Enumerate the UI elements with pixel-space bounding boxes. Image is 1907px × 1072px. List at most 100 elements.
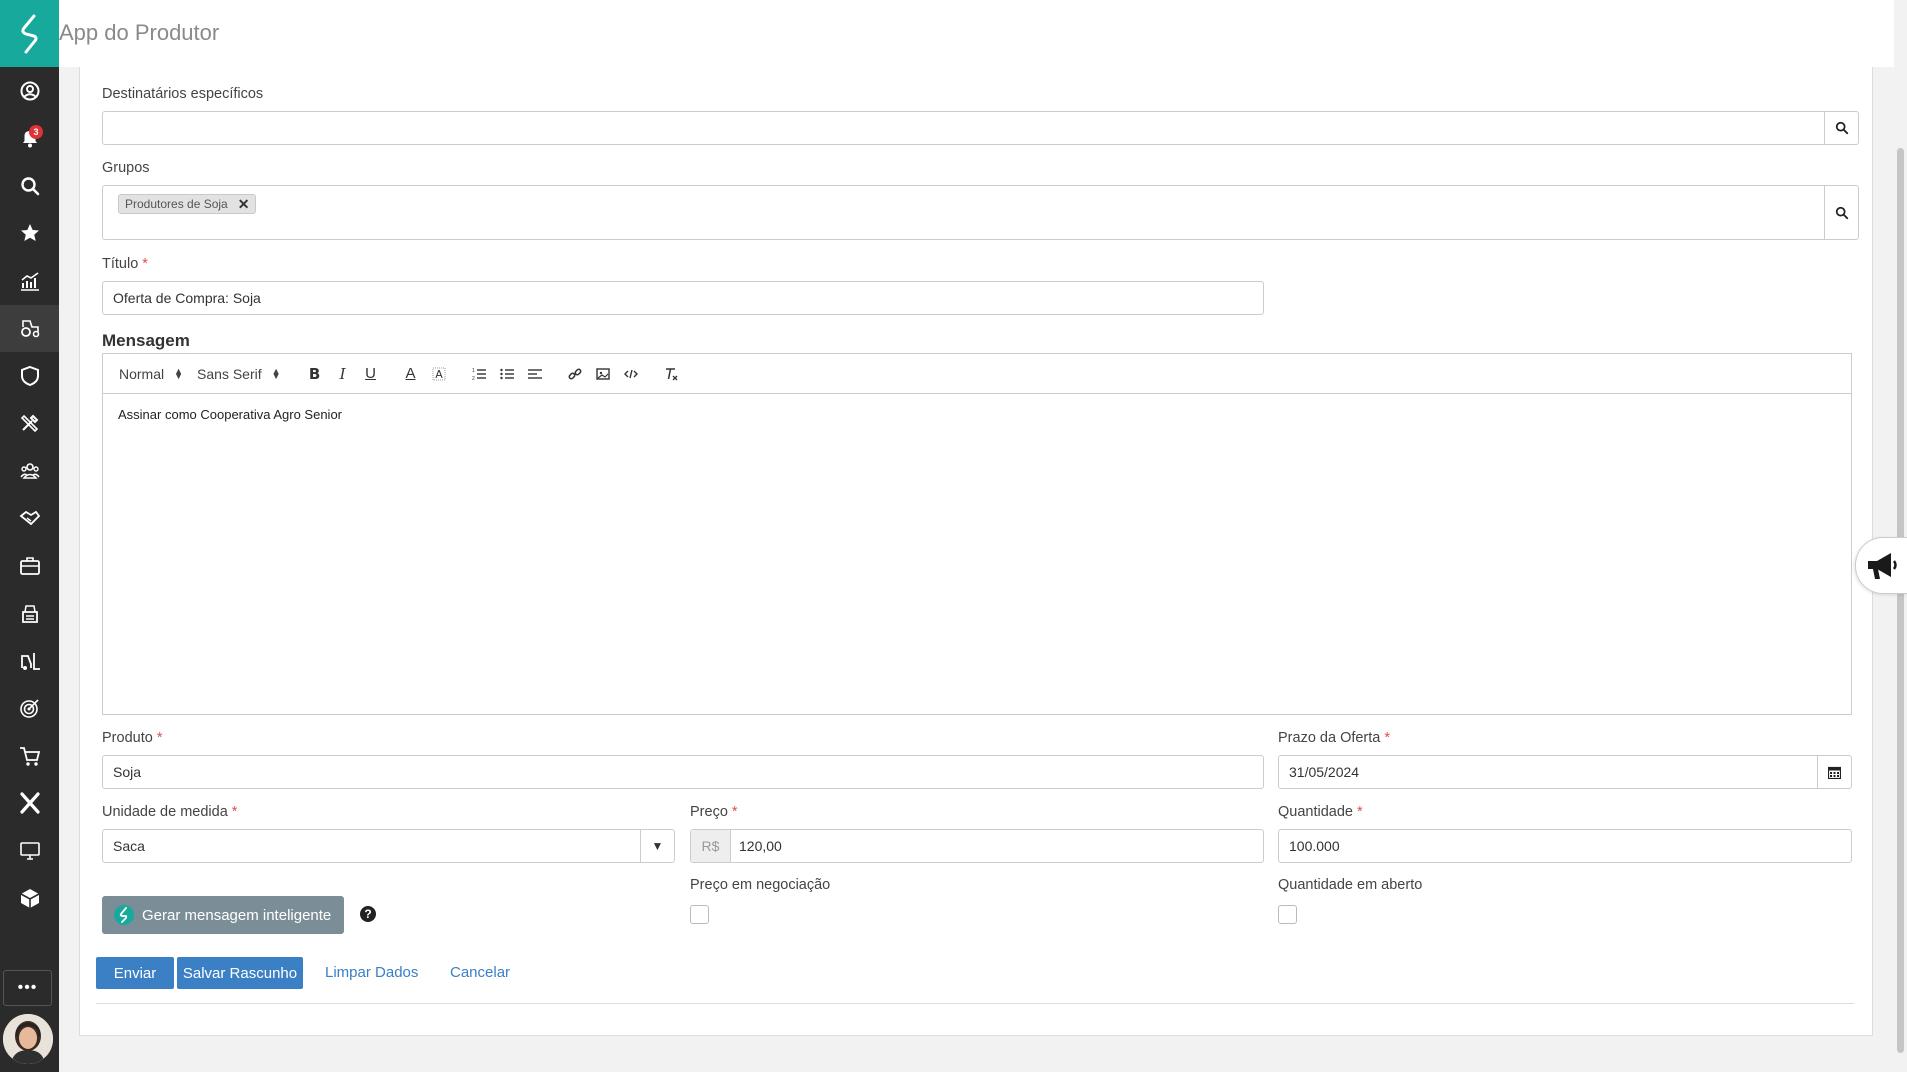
product-label-text: Produto: [102, 730, 153, 746]
page-title: App do Produtor: [59, 20, 220, 45]
underline-icon[interactable]: U: [357, 362, 385, 386]
caret-down-icon[interactable]: ▼: [640, 830, 674, 862]
editor-toolbar: Normal ▲ ▼ Sans Serif ▲ ▼ B I U A A 12: [103, 354, 1851, 394]
product-input[interactable]: Soja: [102, 755, 1264, 789]
required-mark: *: [1384, 730, 1391, 746]
shield-icon: [20, 365, 39, 386]
image-icon[interactable]: [589, 362, 617, 386]
search-icon: [1835, 206, 1848, 219]
sidebar-item-bell[interactable]: 3: [0, 115, 59, 163]
editor-content[interactable]: Assinar como Cooperativa Agro Senior: [103, 394, 1851, 435]
deadline-label: Prazo da Oferta *: [1278, 730, 1390, 746]
group-tag-label: Produtores de Soja: [125, 197, 228, 211]
price-value: 120,00: [739, 838, 782, 854]
help-icon[interactable]: ?: [360, 906, 376, 922]
avatar[interactable]: [3, 1014, 53, 1064]
cancel-link[interactable]: Cancelar: [450, 964, 510, 981]
groups-search-button[interactable]: [1825, 185, 1859, 240]
size-select[interactable]: Normal ▲ ▼: [119, 366, 183, 382]
forklift-icon: [20, 652, 40, 670]
senior-logo-icon: [114, 905, 134, 925]
sidebar-item-monitor[interactable]: [0, 827, 59, 875]
open-quantity-checkbox[interactable]: [1278, 905, 1297, 924]
groups-input[interactable]: Produtores de Soja ✕: [102, 185, 1825, 240]
title-label-text: Título: [102, 256, 139, 272]
avatar-icon: [3, 1014, 53, 1064]
clear-data-link[interactable]: Limpar Dados: [325, 964, 418, 981]
deadline-input[interactable]: 31/05/2024: [1278, 755, 1852, 789]
recipients-search-button[interactable]: [1825, 111, 1859, 145]
send-button[interactable]: Enviar: [96, 957, 174, 989]
sidebar-item-chart-growth[interactable]: [0, 257, 59, 305]
quantity-label: Quantidade *: [1278, 804, 1363, 820]
handshake-icon: [19, 511, 40, 526]
ordered-list-icon[interactable]: 12: [465, 362, 493, 386]
unit-select[interactable]: Saca ▼: [102, 829, 675, 863]
chart-growth-icon: [20, 272, 39, 291]
svg-text:1: 1: [472, 368, 475, 374]
sidebar-item-star[interactable]: [0, 210, 59, 258]
unit-select-value: Saca: [113, 838, 145, 854]
scrollbar-thumb[interactable]: [1897, 148, 1904, 1053]
quantity-input[interactable]: 100.000: [1278, 829, 1852, 863]
title-label: Título *: [102, 256, 148, 272]
price-label-text: Preço: [690, 804, 728, 820]
bold-icon[interactable]: B: [301, 362, 329, 386]
sidebar-item-user-circle[interactable]: [0, 67, 59, 115]
title-input[interactable]: Oferta de Compra: Soja: [102, 281, 1264, 315]
price-input[interactable]: R$ 120,00: [690, 829, 1264, 863]
sidebar-item-target[interactable]: [0, 685, 59, 733]
sidebar-item-briefcase[interactable]: [0, 542, 59, 590]
logo[interactable]: [0, 0, 59, 67]
sidebar-item-search[interactable]: [0, 162, 59, 210]
open-quantity-label: Quantidade em aberto: [1278, 877, 1423, 893]
tractor-icon: [20, 320, 39, 338]
sidebar-item-cube[interactable]: [0, 875, 59, 923]
required-mark: *: [731, 804, 738, 820]
page-scrollbar[interactable]: [1894, 0, 1907, 1072]
briefcase-icon: [19, 556, 40, 575]
required-mark: *: [142, 256, 148, 272]
text-color-icon[interactable]: A: [397, 362, 425, 386]
divider: [96, 1003, 1854, 1004]
sidebar-item-x[interactable]: [0, 780, 59, 828]
bullet-list-icon[interactable]: [493, 362, 521, 386]
align-icon[interactable]: [521, 362, 549, 386]
announcements-button[interactable]: [1855, 537, 1907, 594]
sidebar-item-cash-register[interactable]: [0, 590, 59, 638]
cash-register-icon: [21, 605, 38, 624]
more-button[interactable]: •••: [3, 970, 52, 1006]
calendar-button[interactable]: [1817, 756, 1851, 788]
sidebar-item-tools[interactable]: [0, 400, 59, 448]
star-icon: [20, 224, 39, 242]
clear-format-icon[interactable]: [657, 362, 685, 386]
sidebar-item-cart[interactable]: [0, 732, 59, 780]
price-negotiation-label: Preço em negociação: [690, 877, 831, 893]
sidebar-item-team[interactable]: [0, 447, 59, 495]
background-color-icon[interactable]: A: [425, 362, 453, 386]
save-draft-button[interactable]: Salvar Rascunho: [177, 957, 303, 989]
remove-tag-icon[interactable]: ✕: [238, 196, 250, 213]
svg-text:2: 2: [472, 376, 475, 381]
deadline-value: 31/05/2024: [1289, 764, 1360, 780]
groups-label: Grupos: [102, 160, 150, 176]
code-icon[interactable]: [617, 362, 645, 386]
sidebar-item-forklift[interactable]: [0, 637, 59, 685]
generate-message-button[interactable]: Gerar mensagem inteligente: [102, 896, 344, 934]
team-icon: [19, 462, 40, 479]
sidebar: 3 •••: [0, 0, 59, 1072]
font-select[interactable]: Sans Serif ▲ ▼: [197, 366, 281, 382]
unit-label-text: Unidade de medida: [102, 804, 228, 820]
link-icon[interactable]: [561, 362, 589, 386]
recipients-input[interactable]: [102, 111, 1825, 145]
sidebar-item-handshake[interactable]: [0, 495, 59, 543]
italic-icon[interactable]: I: [329, 362, 357, 386]
cube-icon: [20, 889, 39, 909]
message-editor: Normal ▲ ▼ Sans Serif ▲ ▼ B I U A A 12 A…: [102, 353, 1852, 715]
select-arrows-icon: ▲ ▼: [174, 365, 184, 381]
sidebar-item-tractor[interactable]: [0, 304, 59, 352]
search-icon: [20, 177, 39, 196]
price-negotiation-checkbox[interactable]: [690, 905, 709, 924]
senior-logo-icon: [20, 14, 37, 53]
sidebar-item-shield[interactable]: [0, 352, 59, 400]
